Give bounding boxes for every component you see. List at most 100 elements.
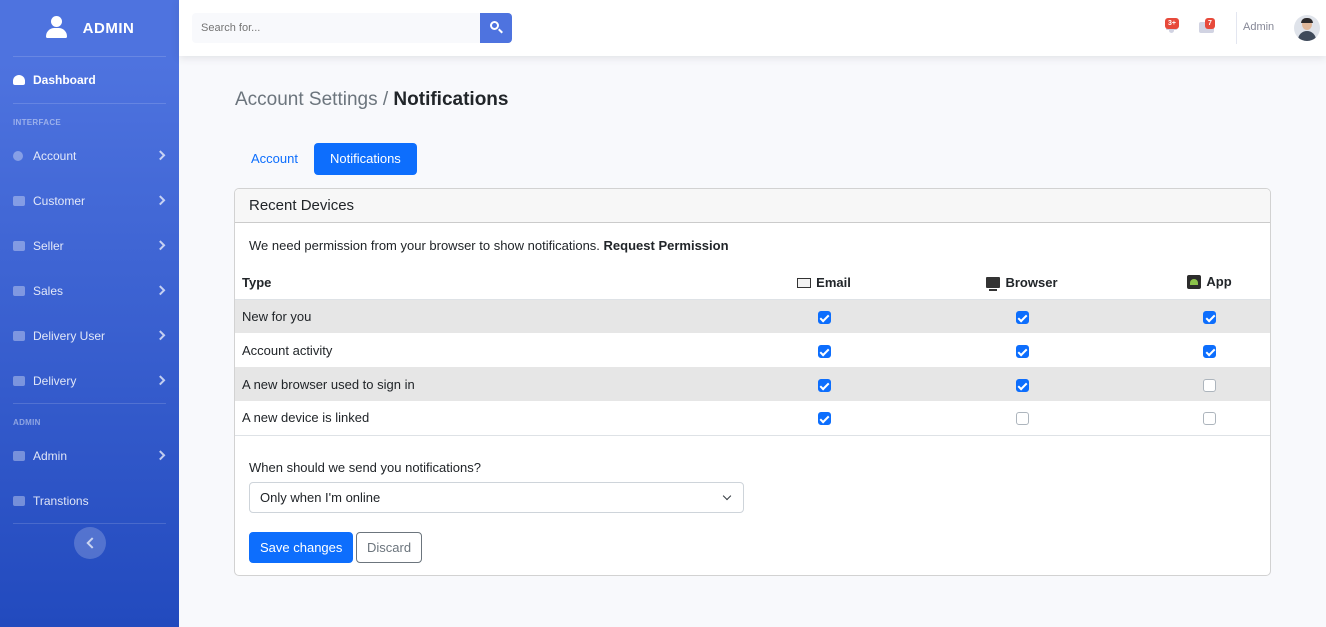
monitor-icon (986, 276, 1001, 291)
discard-button[interactable]: Discard (356, 532, 423, 563)
app-checkbox[interactable] (1203, 412, 1216, 426)
sidebar-item-label: Sales (33, 283, 64, 298)
table-row: A new browser used to sign in (235, 367, 1270, 401)
chevron-right-icon (155, 149, 166, 160)
permission-text: We need permission from your browser to … (249, 238, 600, 253)
chevron-right-icon (155, 284, 166, 295)
briefcase-icon (13, 375, 25, 386)
recent-devices-card: Recent Devices We need permission from y… (234, 188, 1271, 576)
brand-title: ADMIN (82, 19, 135, 37)
chevron-right-icon (155, 374, 166, 385)
column-app-label: App (1206, 274, 1232, 289)
page-title: Account Settings / Notifications (235, 89, 508, 111)
search-button[interactable] (480, 13, 512, 43)
row-type: A new device is linked (235, 401, 751, 436)
column-email: Email (751, 267, 897, 300)
briefcase-icon (13, 195, 25, 206)
page-title-prefix: Account Settings / (235, 89, 394, 110)
sidebar-heading-interface: INTERFACE (13, 118, 62, 127)
page-title-current: Notifications (393, 89, 509, 110)
row-type: Account activity (242, 342, 333, 358)
browser-checkbox[interactable] (1015, 310, 1029, 324)
column-type: Type (235, 267, 751, 300)
select-value: Only when I'm online (260, 490, 381, 505)
sidebar-item-label: Delivery User (33, 328, 106, 343)
tab-account[interactable]: Account (235, 143, 314, 175)
email-icon (797, 277, 812, 288)
avatar[interactable] (1294, 15, 1320, 41)
briefcase-icon (13, 330, 25, 341)
sidebar-brand[interactable]: ADMIN (0, 0, 179, 56)
notification-timing-label: When should we send you notifications? (249, 460, 481, 475)
notifications-table: Type Email Browser App New for you Accou… (235, 267, 1270, 436)
column-email-label: Email (816, 275, 851, 290)
tachometer-icon (13, 75, 25, 85)
sidebar-item-account[interactable]: Account (0, 133, 179, 178)
chevron-right-icon (155, 239, 166, 250)
sidebar-item-label: Delivery (33, 373, 77, 388)
email-checkbox[interactable] (817, 378, 831, 392)
sidebar-item-label: Dashboard (33, 73, 96, 87)
table-row: New for you (235, 299, 1270, 333)
briefcase-icon (13, 240, 25, 251)
email-checkbox[interactable] (817, 344, 831, 358)
alerts-badge: 3+ (1165, 18, 1179, 29)
table-row: Account activity (235, 333, 1270, 367)
app-checkbox[interactable] (1203, 310, 1216, 324)
sidebar-item-delivery[interactable]: Delivery (0, 358, 179, 403)
search-input[interactable] (192, 13, 480, 43)
row-type: A new browser used to sign in (235, 367, 751, 401)
email-checkbox[interactable] (817, 412, 831, 426)
sidebar-heading-admin: ADMIN (13, 418, 41, 427)
sidebar-item-transtions[interactable]: Transtions (0, 478, 179, 523)
card-header: Recent Devices (235, 189, 1270, 223)
column-app: App (1147, 267, 1270, 300)
sidebar: ADMIN Dashboard INTERFACE Account Custom… (0, 0, 179, 627)
save-changes-button[interactable]: Save changes (249, 532, 354, 563)
sidebar-item-admin[interactable]: Admin (0, 433, 179, 478)
gear-icon (13, 150, 23, 161)
table-row: A new device is linked (235, 401, 1270, 436)
table-header-row: Type Email Browser App (235, 267, 1270, 300)
search-form (192, 13, 512, 43)
browser-checkbox[interactable] (1015, 344, 1029, 358)
sidebar-item-sales[interactable]: Sales (0, 268, 179, 313)
sidebar-item-seller[interactable]: Seller (0, 223, 179, 268)
chevron-right-icon (155, 449, 166, 460)
sidebar-divider (13, 523, 166, 524)
user-icon (45, 16, 67, 40)
sidebar-item-delivery-user[interactable]: Delivery User (0, 313, 179, 358)
permission-message: We need permission from your browser to … (249, 238, 729, 253)
messages-badge: 7 (1205, 18, 1215, 29)
row-type: New for you (235, 299, 751, 333)
notification-timing-select[interactable]: Only when I'm online (249, 482, 744, 513)
column-browser-label: Browser (1005, 274, 1058, 290)
app-checkbox[interactable] (1203, 344, 1216, 358)
request-permission-link[interactable]: Request Permission (604, 238, 729, 253)
sidebar-toggle-button[interactable] (74, 527, 106, 559)
settings-tabs: Account Notifications (235, 143, 417, 175)
chevron-right-icon (155, 329, 166, 340)
sidebar-item-dashboard[interactable]: Dashboard (0, 57, 179, 103)
email-checkbox[interactable] (817, 310, 831, 324)
chevron-right-icon (155, 194, 166, 205)
sidebar-item-label: Transtions (33, 493, 89, 508)
folder-icon (13, 450, 25, 461)
topbar: 3+ 7 Admin (179, 0, 1326, 56)
topbar-divider (1236, 12, 1237, 44)
sidebar-item-label: Customer (33, 193, 86, 208)
user-name[interactable]: Admin (1243, 21, 1274, 33)
app-icon (1187, 274, 1202, 289)
sidebar-item-label: Account (33, 148, 77, 163)
sidebar-item-label: Admin (33, 448, 68, 463)
browser-checkbox[interactable] (1015, 378, 1029, 392)
table-icon (13, 495, 25, 506)
column-browser: Browser (897, 267, 1147, 300)
sidebar-item-customer[interactable]: Customer (0, 178, 179, 223)
sidebar-item-label: Seller (33, 238, 64, 253)
browser-checkbox[interactable] (1015, 412, 1029, 426)
tab-notifications[interactable]: Notifications (313, 143, 417, 175)
chevron-down-icon (722, 491, 732, 501)
app-checkbox[interactable] (1203, 378, 1216, 392)
briefcase-icon (13, 285, 25, 296)
